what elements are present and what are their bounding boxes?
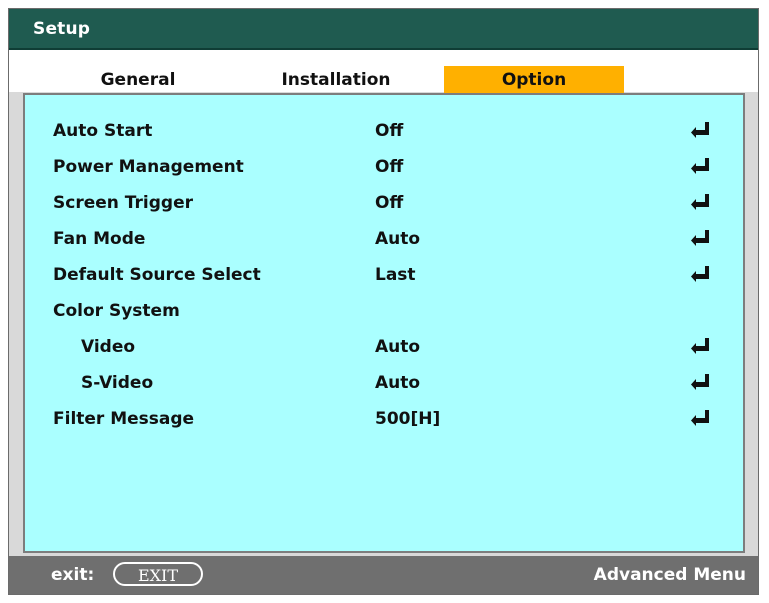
setting-value: Off [375, 121, 404, 141]
advanced-menu-label[interactable]: Advanced Menu [594, 565, 746, 585]
title-bar: Setup [9, 9, 758, 50]
setup-window: Setup General Installation Option Auto S… [8, 8, 759, 595]
exit-label: exit: [51, 565, 95, 585]
enter-return-icon [691, 338, 709, 354]
setting-label: Auto Start [53, 121, 153, 141]
enter-return-icon [691, 266, 709, 282]
footer-bar: exit: EXIT Advanced Menu [9, 556, 758, 594]
setting-label: Video [81, 337, 136, 357]
tab-bar: General Installation Option [9, 50, 758, 94]
tab-option[interactable]: Option [444, 66, 624, 94]
setting-label: Filter Message [53, 409, 195, 429]
enter-return-icon [691, 230, 709, 246]
setting-value: Auto [375, 229, 421, 249]
enter-return-icon [691, 374, 709, 390]
setting-row-s-video[interactable]: S-Video Auto [25, 367, 743, 400]
setting-row-auto-start[interactable]: Auto Start Off [25, 115, 743, 148]
window-title: Setup [33, 19, 91, 39]
setting-value: Auto [375, 373, 421, 393]
setting-label: Power Management [53, 157, 244, 177]
setting-section-label: Color System [53, 301, 180, 321]
setting-value: Last [375, 265, 416, 285]
setting-row-video[interactable]: Video Auto [25, 331, 743, 364]
setting-row-default-source-select[interactable]: Default Source Select Last [25, 259, 743, 292]
setting-row-screen-trigger[interactable]: Screen Trigger Off [25, 187, 743, 220]
setting-label: Fan Mode [53, 229, 146, 249]
setting-label: S-Video [81, 373, 154, 393]
setting-value: Off [375, 157, 404, 177]
enter-return-icon [691, 122, 709, 138]
setting-label: Default Source Select [53, 265, 261, 285]
setting-row-filter-message[interactable]: Filter Message 500[H] [25, 403, 743, 436]
setting-row-power-management[interactable]: Power Management Off [25, 151, 743, 184]
setting-value: Off [375, 193, 404, 213]
tab-general[interactable]: General [83, 66, 193, 94]
enter-return-icon [691, 158, 709, 174]
setting-value: 500[H] [375, 409, 441, 429]
enter-return-icon [691, 410, 709, 426]
setting-row-color-system: Color System [25, 295, 743, 328]
enter-return-icon [691, 194, 709, 210]
exit-button[interactable]: EXIT [113, 562, 203, 586]
option-settings-panel: Auto Start Off Power Management Off Scre… [23, 93, 745, 553]
setting-value: Auto [375, 337, 421, 357]
tab-installation[interactable]: Installation [271, 66, 401, 94]
setting-label: Screen Trigger [53, 193, 193, 213]
setting-row-fan-mode[interactable]: Fan Mode Auto [25, 223, 743, 256]
